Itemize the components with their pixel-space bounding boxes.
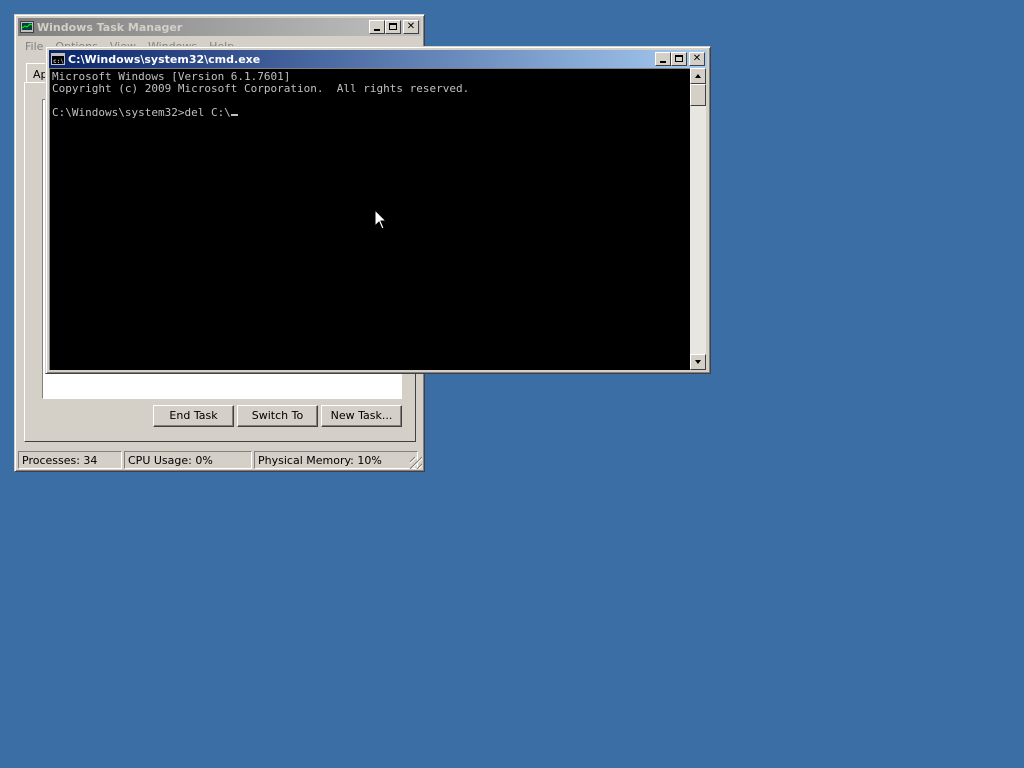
svg-text:c:\: c:\ [53,58,64,65]
cmd-titlebar[interactable]: c:\ C:\Windows\system32\cmd.exe ✕ [49,50,707,68]
mouse-pointer-icon [375,210,387,230]
desktop: Windows Task Manager ✕ File Options View… [0,0,1024,768]
task-manager-title: Windows Task Manager [37,20,183,34]
cmd-icon: c:\ [51,53,65,65]
close-icon: ✕ [406,21,416,32]
task-manager-icon [20,21,34,33]
minimize-icon [374,29,380,31]
maximize-button[interactable] [385,20,401,34]
switch-to-button[interactable]: Switch To [237,405,318,427]
cmd-title: C:\Windows\system32\cmd.exe [68,52,261,66]
maximize-icon [389,23,397,30]
minimize-button[interactable] [369,20,385,34]
scroll-up-button[interactable] [690,68,706,84]
console-prompt: C:\Windows\system32>del C:\ [52,106,231,119]
status-cpu-usage: CPU Usage: 0% [124,451,252,469]
minimize-icon [660,61,666,63]
status-bar: Processes: 34 CPU Usage: 0% Physical Mem… [18,451,420,469]
minimize-button[interactable] [655,52,671,66]
maximize-button[interactable] [671,52,687,66]
status-physical-memory: Physical Memory: 10% [254,451,418,469]
close-button[interactable]: ✕ [403,20,419,34]
console-output[interactable]: Microsoft Windows [Version 6.1.7601] Cop… [49,68,690,370]
arrow-down-icon [695,360,701,364]
resize-grip[interactable] [410,457,422,469]
close-button[interactable]: ✕ [689,52,705,66]
console-prompt-line[interactable]: C:\Windows\system32>del C:\ [52,107,690,119]
new-task-button[interactable]: New Task... [321,405,402,427]
arrow-up-icon [695,74,701,78]
maximize-icon [675,55,683,62]
console-line: Copyright (c) 2009 Microsoft Corporation… [52,82,470,95]
vertical-scrollbar[interactable] [690,68,706,370]
task-manager-titlebar[interactable]: Windows Task Manager ✕ [18,18,421,36]
status-processes: Processes: 34 [18,451,122,469]
text-cursor [230,114,238,116]
scroll-down-button[interactable] [690,354,706,370]
close-icon: ✕ [692,53,702,64]
scroll-thumb[interactable] [690,84,706,106]
end-task-button[interactable]: End Task [153,405,234,427]
